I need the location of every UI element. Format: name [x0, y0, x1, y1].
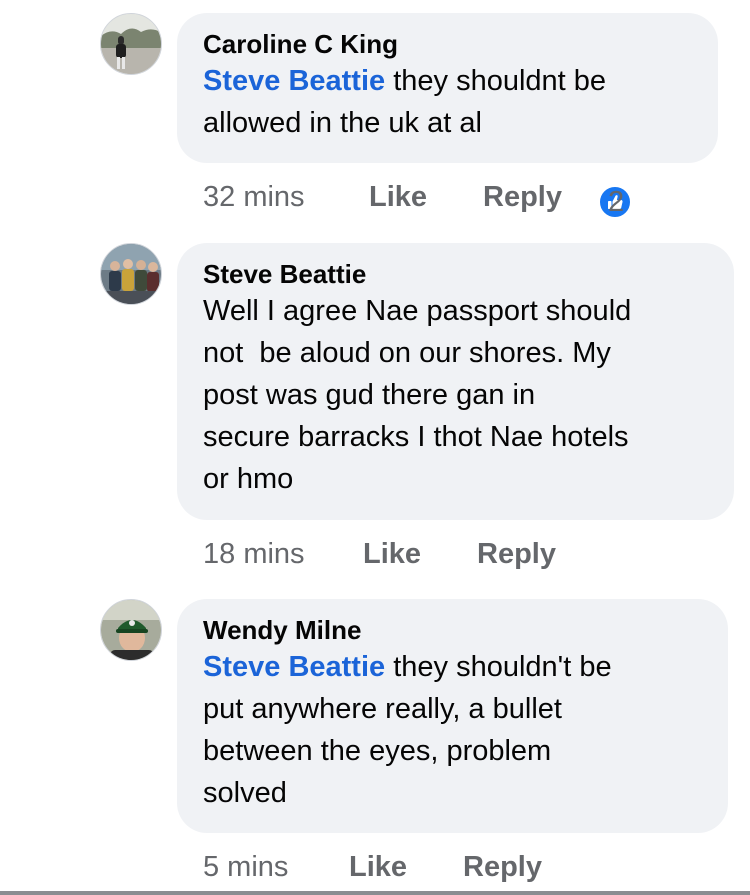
- comment-meta: 32 mins Like Reply 2: [203, 177, 683, 219]
- comment-bubble: Wendy Milne Steve Beattie they shouldn't…: [177, 599, 728, 833]
- comment-text: Steve Beattie they shouldnt be allowed i…: [203, 60, 718, 144]
- mention-link[interactable]: Steve Beattie: [203, 651, 385, 683]
- comment-text: Steve Beattie they shouldn't be put anyw…: [203, 646, 728, 814]
- bottom-divider: [0, 891, 750, 895]
- avatar[interactable]: [100, 13, 162, 75]
- comment-meta: 5 mins Like Reply: [203, 847, 603, 887]
- reply-button[interactable]: Reply: [463, 847, 542, 887]
- reply-button[interactable]: Reply: [483, 177, 562, 217]
- reply-button[interactable]: Reply: [477, 534, 556, 574]
- like-button[interactable]: Like: [363, 534, 421, 574]
- comment-bubble: Steve Beattie Well I agree Nae passport …: [177, 243, 734, 520]
- comment-body: Well I agree Nae passport should not be …: [203, 295, 632, 495]
- comment-bubble: Caroline C King Steve Beattie they shoul…: [177, 13, 718, 163]
- mention-link[interactable]: Steve Beattie: [203, 65, 385, 97]
- comment-author[interactable]: Caroline C King: [203, 28, 718, 60]
- avatar-photo: [101, 14, 161, 74]
- reaction-count: 2: [608, 186, 625, 218]
- comment-timestamp[interactable]: 18 mins: [203, 534, 305, 574]
- avatar[interactable]: [100, 599, 162, 661]
- comment-timestamp[interactable]: 5 mins: [203, 847, 288, 887]
- reaction-summary[interactable]: 2: [598, 182, 632, 222]
- like-button[interactable]: Like: [369, 177, 427, 217]
- avatar-photo: [101, 600, 161, 660]
- comment-meta: 18 mins Like Reply: [203, 534, 603, 574]
- comment-author[interactable]: Wendy Milne: [203, 614, 728, 646]
- avatar-photo: [101, 244, 161, 304]
- like-button[interactable]: Like: [349, 847, 407, 887]
- avatar[interactable]: [100, 243, 162, 305]
- comment-author[interactable]: Steve Beattie: [203, 258, 734, 290]
- comment-timestamp[interactable]: 32 mins: [203, 177, 305, 217]
